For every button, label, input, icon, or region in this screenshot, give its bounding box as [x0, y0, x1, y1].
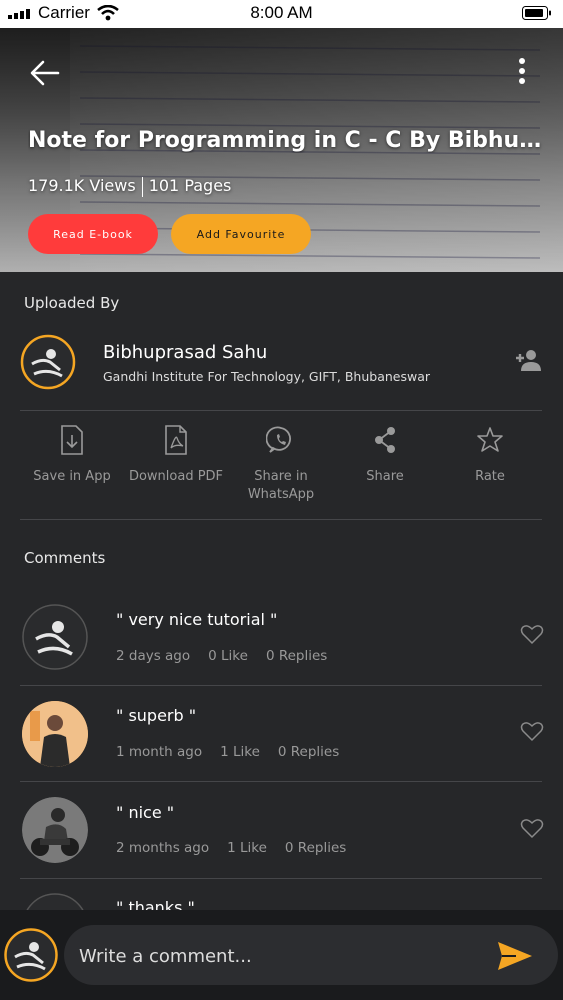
- comment-time: 2 days ago: [116, 648, 191, 664]
- divider: [20, 519, 542, 520]
- pdf-icon: [165, 425, 187, 455]
- action-label: Download PDF: [128, 469, 224, 484]
- share-whatsapp-button[interactable]: Share in WhatsApp: [231, 424, 331, 504]
- read-ebook-button[interactable]: Read E-book: [28, 214, 158, 254]
- comment-likes[interactable]: 1 Like: [220, 744, 260, 760]
- heart-icon[interactable]: [520, 817, 544, 839]
- rate-button[interactable]: Rate: [440, 424, 540, 486]
- comment-replies[interactable]: 0 Replies: [278, 744, 339, 760]
- ebook-title: Note for Programming in C - C By Bibhupr…: [28, 128, 553, 153]
- status-bar: Carrier 8:00 AM: [0, 0, 563, 28]
- divider: [20, 410, 542, 411]
- send-icon[interactable]: [496, 940, 534, 972]
- comment-meta: 2 months ago 1 Like 0 Replies: [116, 840, 364, 856]
- divider: [20, 878, 542, 879]
- stats-separator: [141, 176, 143, 197]
- comment-meta: 2 days ago 0 Like 0 Replies: [116, 648, 345, 664]
- battery-icon: [522, 6, 551, 20]
- comment-time: 2 months ago: [116, 840, 210, 856]
- comment-text: " nice ": [116, 803, 175, 822]
- comment-likes[interactable]: 0 Like: [208, 648, 248, 664]
- comment-avatar[interactable]: [22, 701, 88, 767]
- comment-text: " very nice tutorial ": [116, 610, 278, 629]
- action-label: Save in App: [33, 469, 111, 484]
- comment-avatar[interactable]: [22, 797, 88, 863]
- clock: 8:00 AM: [250, 3, 313, 22]
- action-label: Share: [366, 469, 404, 484]
- back-arrow-icon[interactable]: [28, 56, 62, 90]
- uploader-avatar[interactable]: [20, 334, 76, 390]
- download-file-icon: [61, 425, 83, 455]
- star-icon: [477, 427, 503, 452]
- uploader-name[interactable]: Bibhuprasad Sahu: [103, 342, 267, 363]
- comment-input-placeholder[interactable]: Write a comment...: [79, 946, 252, 967]
- my-avatar: [4, 928, 58, 982]
- uploaded-by-label: Uploaded By: [24, 294, 120, 312]
- save-in-app-button[interactable]: Save in App: [22, 424, 122, 486]
- comments-label: Comments: [24, 549, 106, 567]
- comment-time: 1 month ago: [116, 744, 203, 760]
- views-count: 179.1K Views: [28, 176, 136, 195]
- pages-count: 101 Pages: [148, 176, 232, 195]
- share-button[interactable]: Share: [335, 424, 435, 486]
- comment-replies[interactable]: 0 Replies: [266, 648, 327, 664]
- comment-avatar[interactable]: [22, 604, 88, 670]
- download-pdf-button[interactable]: Download PDF: [126, 424, 226, 486]
- comment-likes[interactable]: 1 Like: [227, 840, 267, 856]
- share-icon: [375, 427, 395, 453]
- action-label: Share in WhatsApp: [247, 469, 315, 502]
- more-options-icon[interactable]: [508, 56, 536, 88]
- ebook-stats: 179.1K Views 101 Pages: [28, 176, 231, 197]
- divider: [20, 685, 542, 686]
- uploader-institute: Gandhi Institute For Technology, GIFT, B…: [103, 369, 431, 384]
- follow-user-icon[interactable]: [514, 346, 542, 374]
- whatsapp-icon: [266, 426, 291, 453]
- add-favourite-button[interactable]: Add Favourite: [171, 214, 311, 254]
- comment-meta: 1 month ago 1 Like 0 Replies: [116, 744, 357, 760]
- divider: [20, 781, 542, 782]
- heart-icon[interactable]: [520, 623, 544, 645]
- comment-replies[interactable]: 0 Replies: [285, 840, 346, 856]
- comment-text: " superb ": [116, 706, 197, 725]
- action-label: Rate: [475, 469, 505, 484]
- heart-icon[interactable]: [520, 720, 544, 742]
